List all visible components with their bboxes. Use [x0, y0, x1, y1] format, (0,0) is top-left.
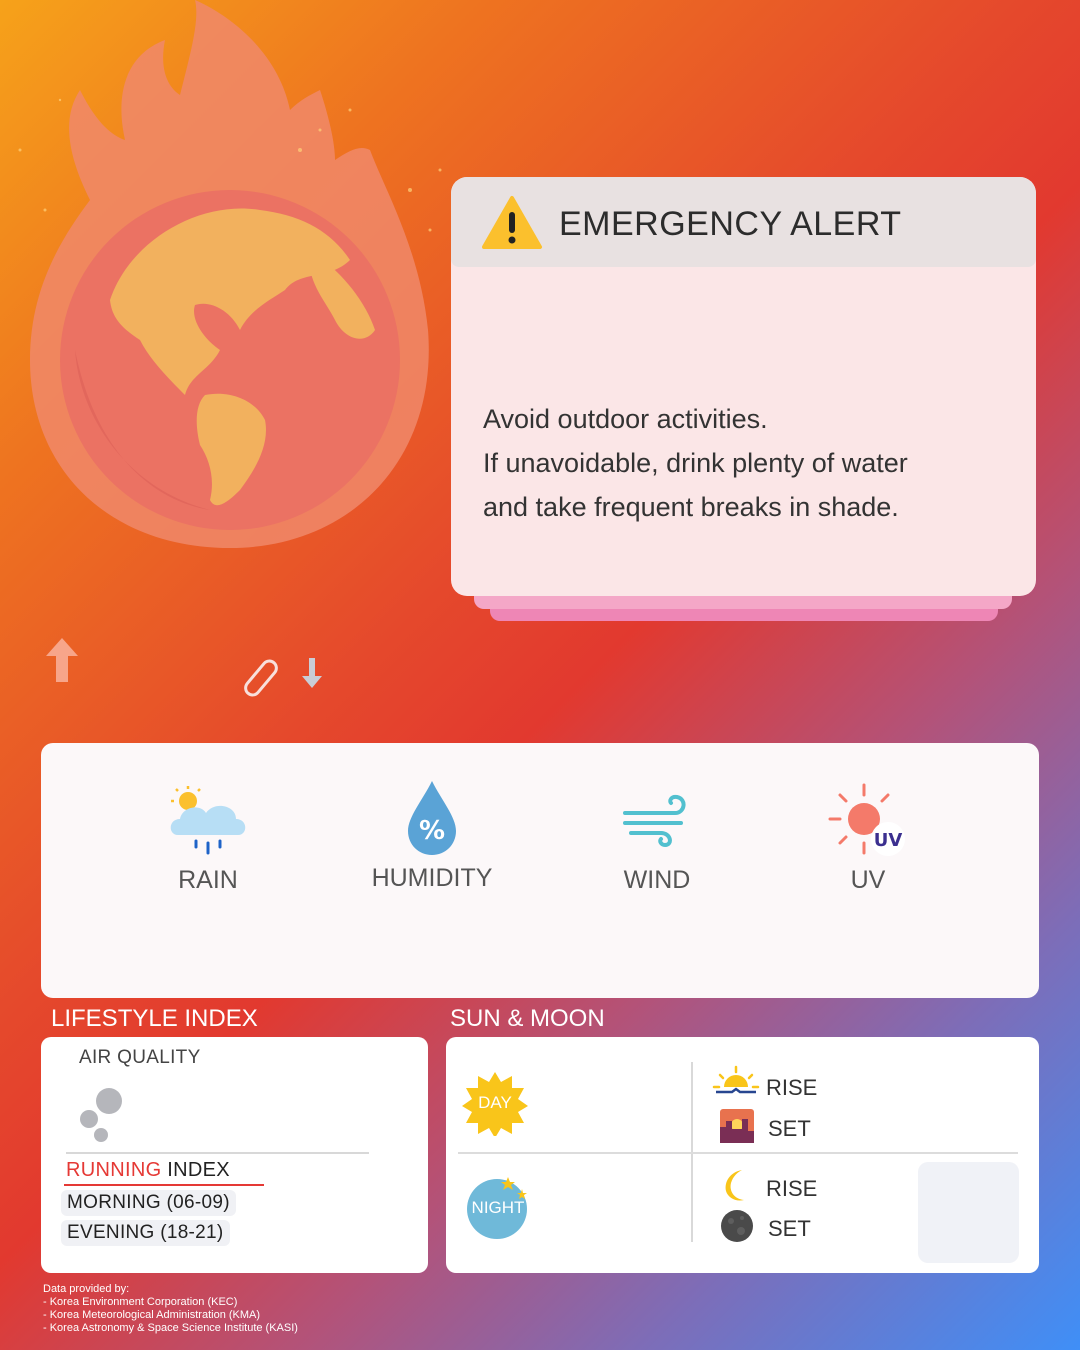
divider — [458, 1152, 1018, 1154]
running-word: RUNNING — [66, 1159, 162, 1181]
sunset-icon — [720, 1109, 754, 1143]
running-underline — [64, 1184, 264, 1186]
emergency-alert-card: EMERGENCY ALERT Avoid outdoor activities… — [451, 177, 1036, 596]
divider — [66, 1152, 369, 1154]
warning-icon — [482, 196, 542, 249]
moonrise-label: RISE — [766, 1176, 818, 1201]
paperclip-icon — [244, 659, 278, 697]
weather-card: RAIN % HUMIDITY WIND UV UV — [41, 743, 1039, 998]
sunrise-icon — [712, 1065, 760, 1094]
sun-moon-title: SUN & MOON — [450, 1005, 605, 1032]
alert-message: Avoid outdoor activities. If unavoidable… — [483, 397, 908, 529]
wind-icon — [623, 794, 686, 848]
credit-source: - Korea Astronomy & Space Science Instit… — [43, 1322, 298, 1334]
moon-phase-box — [918, 1162, 1019, 1263]
day-badge: DAY — [478, 1093, 512, 1112]
rain-cloud-icon — [170, 786, 246, 855]
alert-line: and take frequent breaks in shade. — [483, 492, 899, 522]
lifestyle-index-title: LIFESTYLE INDEX — [51, 1005, 258, 1032]
air-particles-icon — [80, 1088, 122, 1142]
weather-label: UV — [850, 866, 886, 894]
night-badge: NIGHT — [471, 1198, 525, 1217]
alert-header: EMERGENCY ALERT — [451, 177, 1036, 267]
uv-sun-icon: UV — [828, 783, 905, 856]
moonset-label: SET — [768, 1216, 811, 1241]
crescent-moon-icon — [725, 1170, 744, 1201]
arrow-down-icon — [302, 658, 322, 688]
weather-humidity: % HUMIDITY — [332, 779, 532, 893]
credit-source: - Korea Meteorological Administration (K… — [43, 1309, 261, 1321]
morning-slot: MORNING (06-09) — [61, 1190, 236, 1216]
sunrise-label: RISE — [766, 1075, 818, 1100]
evening-slot: EVENING (18-21) — [61, 1220, 230, 1246]
svg-text:%: % — [419, 816, 445, 846]
alert-line: Avoid outdoor activities. — [483, 404, 768, 434]
weather-uv: UV UV — [768, 783, 968, 895]
credits-heading: Data provided by: — [43, 1283, 130, 1295]
air-quality-label: AIR QUALITY — [79, 1047, 201, 1068]
svg-text:UV: UV — [874, 830, 903, 851]
new-moon-icon — [721, 1210, 753, 1242]
humidity-drop-icon: % — [408, 781, 456, 855]
weather-wind: WIND — [557, 787, 757, 895]
sun-moon-card: DAY NIGHT RISE SET RISE SET — [446, 1037, 1039, 1273]
weather-rain: RAIN — [108, 783, 308, 895]
lifestyle-card: AIR QUALITY RUNNING INDEX MORNING (06-09… — [41, 1037, 428, 1273]
weather-label: RAIN — [178, 866, 238, 894]
alert-title: EMERGENCY ALERT — [559, 205, 902, 243]
sunset-label: SET — [768, 1116, 811, 1141]
burning-earth-illustration — [18, 0, 442, 548]
alert-line: If unavoidable, drink plenty of water — [483, 448, 908, 478]
weather-label: HUMIDITY — [371, 864, 493, 892]
arrow-up-icon — [46, 638, 78, 682]
credit-source: - Korea Environment Corporation (KEC) — [43, 1296, 238, 1308]
weather-label: WIND — [623, 866, 691, 894]
running-index-title: RUNNING INDEX — [66, 1159, 230, 1182]
index-word: INDEX — [161, 1159, 230, 1181]
data-credits: Data provided by: - Korea Environment Co… — [43, 1283, 298, 1335]
